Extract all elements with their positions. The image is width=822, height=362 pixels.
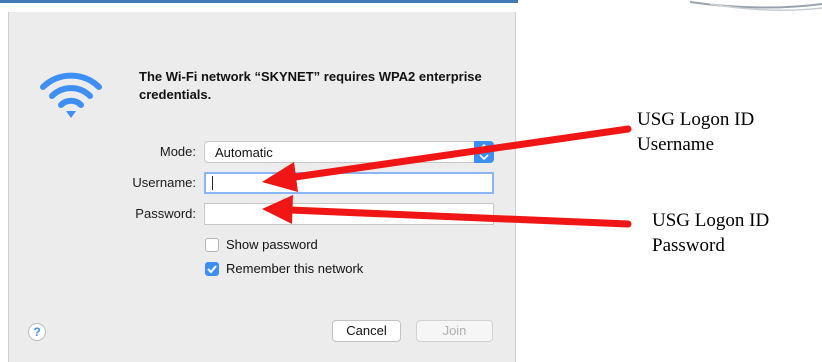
username-annotation: USG Logon ID Username: [637, 107, 754, 157]
password-annotation: USG Logon ID Password: [652, 208, 769, 258]
decorative-curve: [690, 1, 822, 11]
mode-select[interactable]: Automatic: [204, 141, 494, 163]
text-caret: [212, 176, 213, 190]
show-password-checkbox[interactable]: [205, 238, 219, 252]
show-password-label[interactable]: Show password: [226, 237, 318, 252]
password-annotation-line1: USG Logon ID: [652, 210, 770, 231]
mode-label: Mode:: [159, 144, 196, 159]
username-label: Username:: [132, 175, 196, 190]
join-button[interactable]: Join: [416, 320, 493, 342]
mode-selected-value: Automatic: [215, 145, 273, 160]
checkmark-icon: [207, 265, 217, 274]
wifi-icon: [40, 72, 102, 118]
remember-network-label[interactable]: Remember this network: [226, 261, 363, 276]
help-icon[interactable]: ?: [28, 323, 46, 341]
top-border-line: [0, 0, 518, 3]
password-annotation-line2: Password: [652, 235, 725, 256]
dialog-message: The Wi-Fi network “SKYNET” requires WPA2…: [139, 69, 482, 102]
username-annotation-line1: USG Logon ID: [637, 109, 755, 130]
remember-network-checkbox[interactable]: [205, 262, 219, 276]
password-label: Password:: [135, 206, 196, 221]
chevron-updown-icon[interactable]: [474, 141, 494, 163]
username-annotation-line2: Username: [637, 134, 715, 155]
cancel-button[interactable]: Cancel: [332, 320, 401, 342]
username-input[interactable]: [204, 172, 494, 194]
password-input[interactable]: [204, 203, 494, 225]
